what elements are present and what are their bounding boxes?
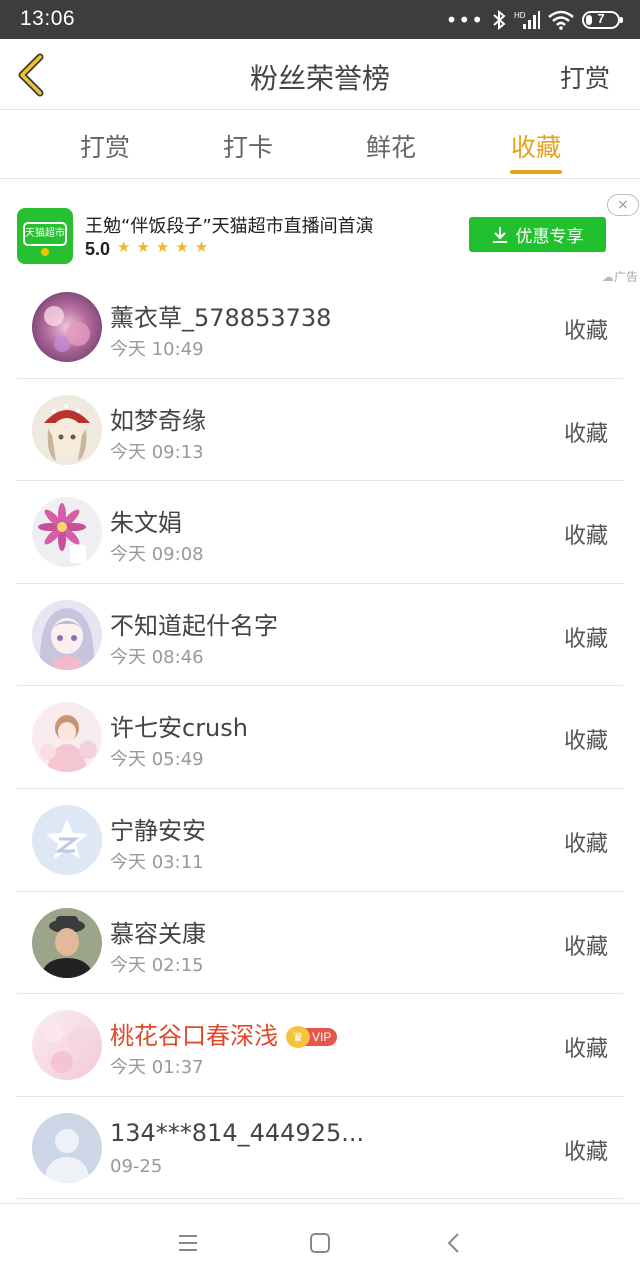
wifi-icon [548,10,574,30]
crown-icon: ♛ [286,1026,310,1049]
avatar[interactable] [32,907,102,978]
timestamp: 今天 09:13 [110,441,204,463]
action-label: 收藏 [563,319,608,344]
fan-list: 薰衣草_578853738 今天 10:49 收藏 如梦奇缘 今天 09:13 … [0,276,640,1200]
tab-favorites[interactable]: 收藏 [491,128,581,164]
battery-icon: 7 [582,11,623,29]
bluetooth-icon [493,10,506,30]
avatar[interactable] [32,599,102,670]
avatar[interactable] [32,1010,102,1081]
signal-icon: HD [514,11,540,29]
timestamp: 今天 03:11 [110,851,204,873]
action-label: 收藏 [563,934,608,960]
ad-button-label: 优惠专享 [515,227,584,247]
page-title: 粉丝荣誉榜 [249,62,390,95]
download-icon [492,226,507,243]
action-label: 收藏 [563,729,608,755]
home-icon[interactable] [307,1230,333,1256]
user-name: 朱文娟 [110,509,182,538]
status-time: 13:06 [20,7,76,30]
tab-bar: 打赏 打卡 鲜花 收藏 [0,111,640,179]
list-item[interactable]: 薰衣草_578853738 今天 10:49 收藏 [0,276,640,379]
status-bar: 13:06 ••• HD 7 [0,0,640,39]
tab-reward[interactable]: 打赏 [60,128,150,164]
battery-level: 7 [597,11,605,26]
list-item[interactable]: 许七安crush 今天 05:49 收藏 [0,686,640,789]
tmall-supermarket-logo: 天猫超市 [17,208,73,264]
avatar[interactable] [32,804,102,875]
user-name: 桃花谷口春深浅 [110,1022,278,1051]
action-label: 收藏 [563,524,608,550]
avatar[interactable] [32,394,102,465]
user-name: 许七安crush [110,714,248,743]
avatar[interactable] [32,292,102,362]
action-label: 收藏 [563,626,608,652]
header: 粉丝荣誉榜 打赏 [0,39,640,110]
user-name: 不知道起什名字 [110,611,278,640]
user-name: 慕容关康 [110,919,206,948]
ad-title: 王勉“伴饭段子”天猫超市直播间首演 [85,216,374,237]
list-item[interactable]: 134***814_444925... 09-25 收藏 [0,1097,640,1200]
tab-checkin[interactable]: 打卡 [203,128,293,164]
system-nav-bar [0,1203,640,1280]
vip-badge: ♛ VIP [286,1026,338,1049]
timestamp: 今天 10:49 [110,339,204,360]
user-name: 如梦奇缘 [110,406,206,435]
rating-stars-icon: ★★★★★ [117,238,215,256]
more-notifications-icon: ••• [445,8,484,32]
action-label: 收藏 [563,421,608,447]
timestamp: 今天 01:37 [110,1057,204,1079]
list-item[interactable]: 桃花谷口春深浅 ♛ VIP 今天 01:37 收藏 [0,994,640,1097]
timestamp: 今天 02:15 [110,954,204,976]
user-name: 134***814_444925... [110,1118,365,1147]
action-label: 收藏 [563,1139,608,1165]
action-label: 收藏 [563,1037,608,1063]
avatar[interactable] [32,497,102,568]
status-icons: ••• HD 7 [445,8,623,32]
list-item[interactable]: 慕容关康 今天 02:15 收藏 [0,892,640,995]
avatar[interactable] [32,702,102,773]
user-name: 宁静安安 [110,816,206,845]
tab-flowers[interactable]: 鲜花 [346,128,436,164]
back-icon[interactable] [441,1230,467,1256]
timestamp: 09-25 [110,1155,163,1177]
network-type-label: HD [514,11,526,20]
ad-banner[interactable]: 天猫超市 王勉“伴饭段子”天猫超市直播间首演 5.0 ★★★★★ 优惠专享 × … [0,180,640,284]
ad-download-button[interactable]: 优惠专享 [469,217,606,252]
list-item[interactable]: 宁静安安 今天 03:11 收藏 [0,789,640,892]
user-name: 薰衣草_578853738 [110,304,332,332]
default-avatar-icon[interactable] [32,1112,102,1183]
timestamp: 今天 08:46 [110,646,204,668]
action-label: 收藏 [563,831,608,857]
list-item[interactable]: 如梦奇缘 今天 09:13 收藏 [0,379,640,482]
list-item[interactable]: 朱文娟 今天 09:08 收藏 [0,481,640,584]
reward-button[interactable]: 打赏 [560,59,610,95]
ad-logo-text: 天猫超市 [23,222,67,246]
active-tab-indicator [510,170,562,174]
user-name-vip: 桃花谷口春深浅 ♛ VIP [110,1016,338,1051]
ad-rating: 5.0 [85,239,111,259]
timestamp: 今天 05:49 [110,749,204,771]
menu-icon[interactable] [175,1230,201,1256]
list-item[interactable]: 不知道起什名字 今天 08:46 收藏 [0,584,640,687]
timestamp: 今天 09:08 [110,544,204,566]
close-ad-icon[interactable]: × [607,194,639,216]
